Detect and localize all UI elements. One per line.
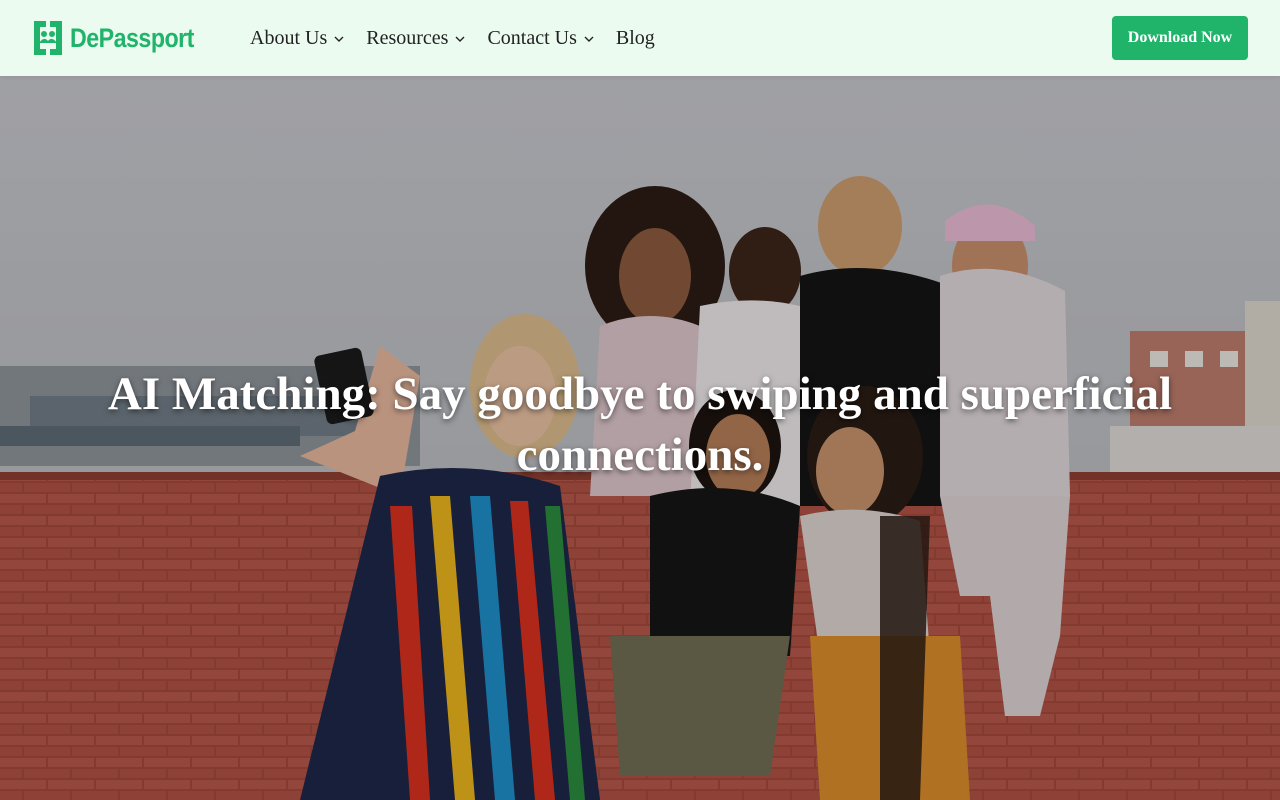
download-now-button[interactable]: Download Now (1112, 16, 1248, 60)
passport-people-logo-icon (34, 21, 62, 55)
nav-label: Blog (615, 26, 655, 49)
nav-label: Resources (366, 26, 449, 49)
logo-text: DePassport (70, 22, 194, 53)
hero-title: AI Matching: Say goodbye to swiping and … (107, 368, 1173, 481)
chevron-down-icon (455, 36, 465, 42)
logo-link[interactable]: DePassport (32, 19, 214, 57)
nav-item-blog[interactable]: Blog (616, 27, 655, 50)
nav-item-contact-us[interactable]: Contact Us (487, 27, 594, 50)
nav-item-resources[interactable]: Resources (366, 27, 466, 50)
main-nav: About Us Resources Contact Us Blog (250, 24, 655, 52)
hero-section: AI Matching: Say goodbye to swiping and … (0, 76, 1280, 800)
nav-item-about-us[interactable]: About Us (250, 27, 345, 50)
chevron-down-icon (334, 36, 344, 42)
site-header: DePassport About Us Resources Contact Us… (0, 0, 1280, 76)
nav-label: About Us (250, 26, 328, 49)
nav-label: Contact Us (487, 26, 577, 49)
chevron-down-icon (584, 36, 594, 42)
